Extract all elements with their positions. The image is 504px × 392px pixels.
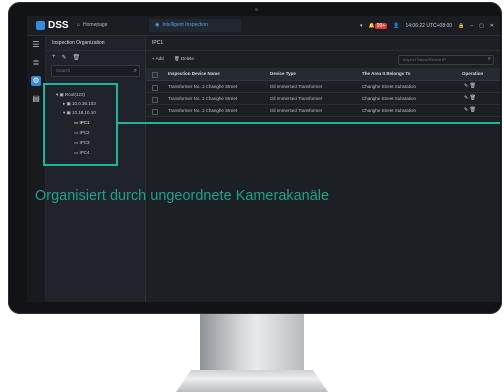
column-header[interactable]: The Area It Belongs To [362,68,411,80]
table-header: Inspection Device Name Device Type The A… [146,68,500,81]
tree-toolbar: + ✎ 🗑 [46,51,145,63]
webcam-dot [255,8,258,11]
menu-icon[interactable]: ☰ [31,40,41,50]
filter-icon[interactable]: ▾ [360,23,363,29]
table-cell: Changhe Street Substation [362,84,417,89]
edit-icon[interactable]: ✎ [62,54,67,61]
tree-search-placeholder: Search [56,68,71,73]
topbar-controls: ▾ 🔔 99+ 👤 14:06:22 UTC+08:00 🔒 – ▢ ✕ [360,21,494,31]
logo-text: DSS [48,20,69,31]
delete-button-label: Delete [180,56,194,61]
column-header: Operation [462,71,484,76]
table-cell: Oil Immersed Transformer [270,96,323,101]
list-icon[interactable]: ≣ [31,58,41,68]
table-cell: Transformer No. 1 Changhe Street [168,108,238,113]
tab-inspection-label: Intelligent Inspection [162,22,208,28]
app-logo: DSS [36,19,69,32]
annotation-caption: Organisiert durch ungeordnete Kamerakanä… [35,188,330,204]
highlight-pointer-line [118,122,500,124]
row-checkbox[interactable] [152,84,158,91]
delete-icon[interactable]: 🗑 [470,107,476,113]
delete-button[interactable]: 🗑 Delete [174,54,194,64]
delete-icon[interactable]: 🗑 [73,54,81,61]
clock-text: 14:06:22 UTC+08:00 [405,23,453,29]
home-icon: ⌂ [77,22,81,28]
main-panel: IPC1 + Add 🗑 Delete Inspect Name/Device … [146,36,500,302]
minimize-icon[interactable]: – [470,23,473,29]
add-button-label: Add [155,56,164,61]
row-operations: ✎ 🗑 [464,81,476,92]
tree-search-input[interactable]: Search ⌕ [51,65,140,77]
select-all-checkbox[interactable] [152,71,158,78]
table-cell: Changhe Street Substation [362,96,417,101]
highlight-box [43,83,118,166]
column-header[interactable]: Inspection Device Name [168,68,220,80]
row-operations: ✎ 🗑 [464,93,476,104]
alarm-icon[interactable]: 🔔 99+ [369,23,388,29]
row-operations: ✎ 🗑 [464,105,476,116]
user-icon[interactable]: 👤 [393,23,399,29]
inspection-icon: ◉ [155,22,160,28]
add-icon[interactable]: + [52,54,56,60]
lock-icon[interactable]: 🔒 [458,23,464,29]
row-checkbox[interactable] [152,108,158,115]
org-icon[interactable]: ⚙ [31,76,41,86]
delete-icon[interactable]: 🗑 [470,83,476,89]
table-cell: Transformer No. 1 Changhe Street [168,84,238,89]
edit-icon[interactable]: ✎ [464,95,468,101]
top-bar: DSS ⌂ Homepage ◉ Intelligent Inspection … [27,16,500,36]
monitor-stand-base [176,370,328,392]
record-icon[interactable]: ▤ [31,94,41,104]
table-toolbar: + Add 🗑 Delete Inspect Name/Device IP ⌕ [146,54,500,65]
tab-intelligent-inspection[interactable]: ◉ Intelligent Inspection [149,19,241,32]
device-table: Inspection Device Name Device Type The A… [146,68,500,117]
search-icon[interactable]: ⌕ [488,55,491,63]
add-button[interactable]: + Add [152,54,164,64]
left-rail: ☰ ≣ ⚙ ▤ [27,36,46,302]
table-search-placeholder: Inspect Name/Device IP [403,57,446,62]
alarm-badge: 99+ [374,23,388,29]
table-search-input[interactable]: Inspect Name/Device IP ⌕ [398,55,494,65]
edit-icon[interactable]: ✎ [464,107,468,113]
row-checkbox[interactable] [152,96,158,103]
delete-icon[interactable]: 🗑 [470,95,476,101]
table-cell: Transformer No. 1 Changhe Street [168,96,238,101]
tab-homepage[interactable]: ⌂ Homepage [71,19,153,32]
panel-title: Inspection Organization [46,36,145,51]
logo-icon [36,21,45,30]
edit-icon[interactable]: ✎ [464,83,468,89]
maximize-icon[interactable]: ▢ [479,23,484,29]
monitor-stand-neck [200,314,304,374]
close-icon[interactable]: ✕ [490,23,494,29]
table-cell: Changhe Street Substation [362,108,417,113]
table-cell: Oil Immersed Transformer [270,84,323,89]
tab-homepage-label: Homepage [83,22,108,28]
table-row[interactable]: Transformer No. 1 Changhe Street Oil Imm… [146,81,500,93]
table-cell: Oil Immersed Transformer [270,108,323,113]
table-row[interactable]: Transformer No. 1 Changhe Street Oil Imm… [146,105,500,117]
breadcrumb: IPC1 [146,36,500,51]
search-icon[interactable]: ⌕ [134,66,137,76]
table-row[interactable]: Transformer No. 1 Changhe Street Oil Imm… [146,93,500,105]
column-header[interactable]: Device Type [270,68,296,80]
organization-panel: Inspection Organization + ✎ 🗑 Search ⌕ ▾… [46,36,146,302]
